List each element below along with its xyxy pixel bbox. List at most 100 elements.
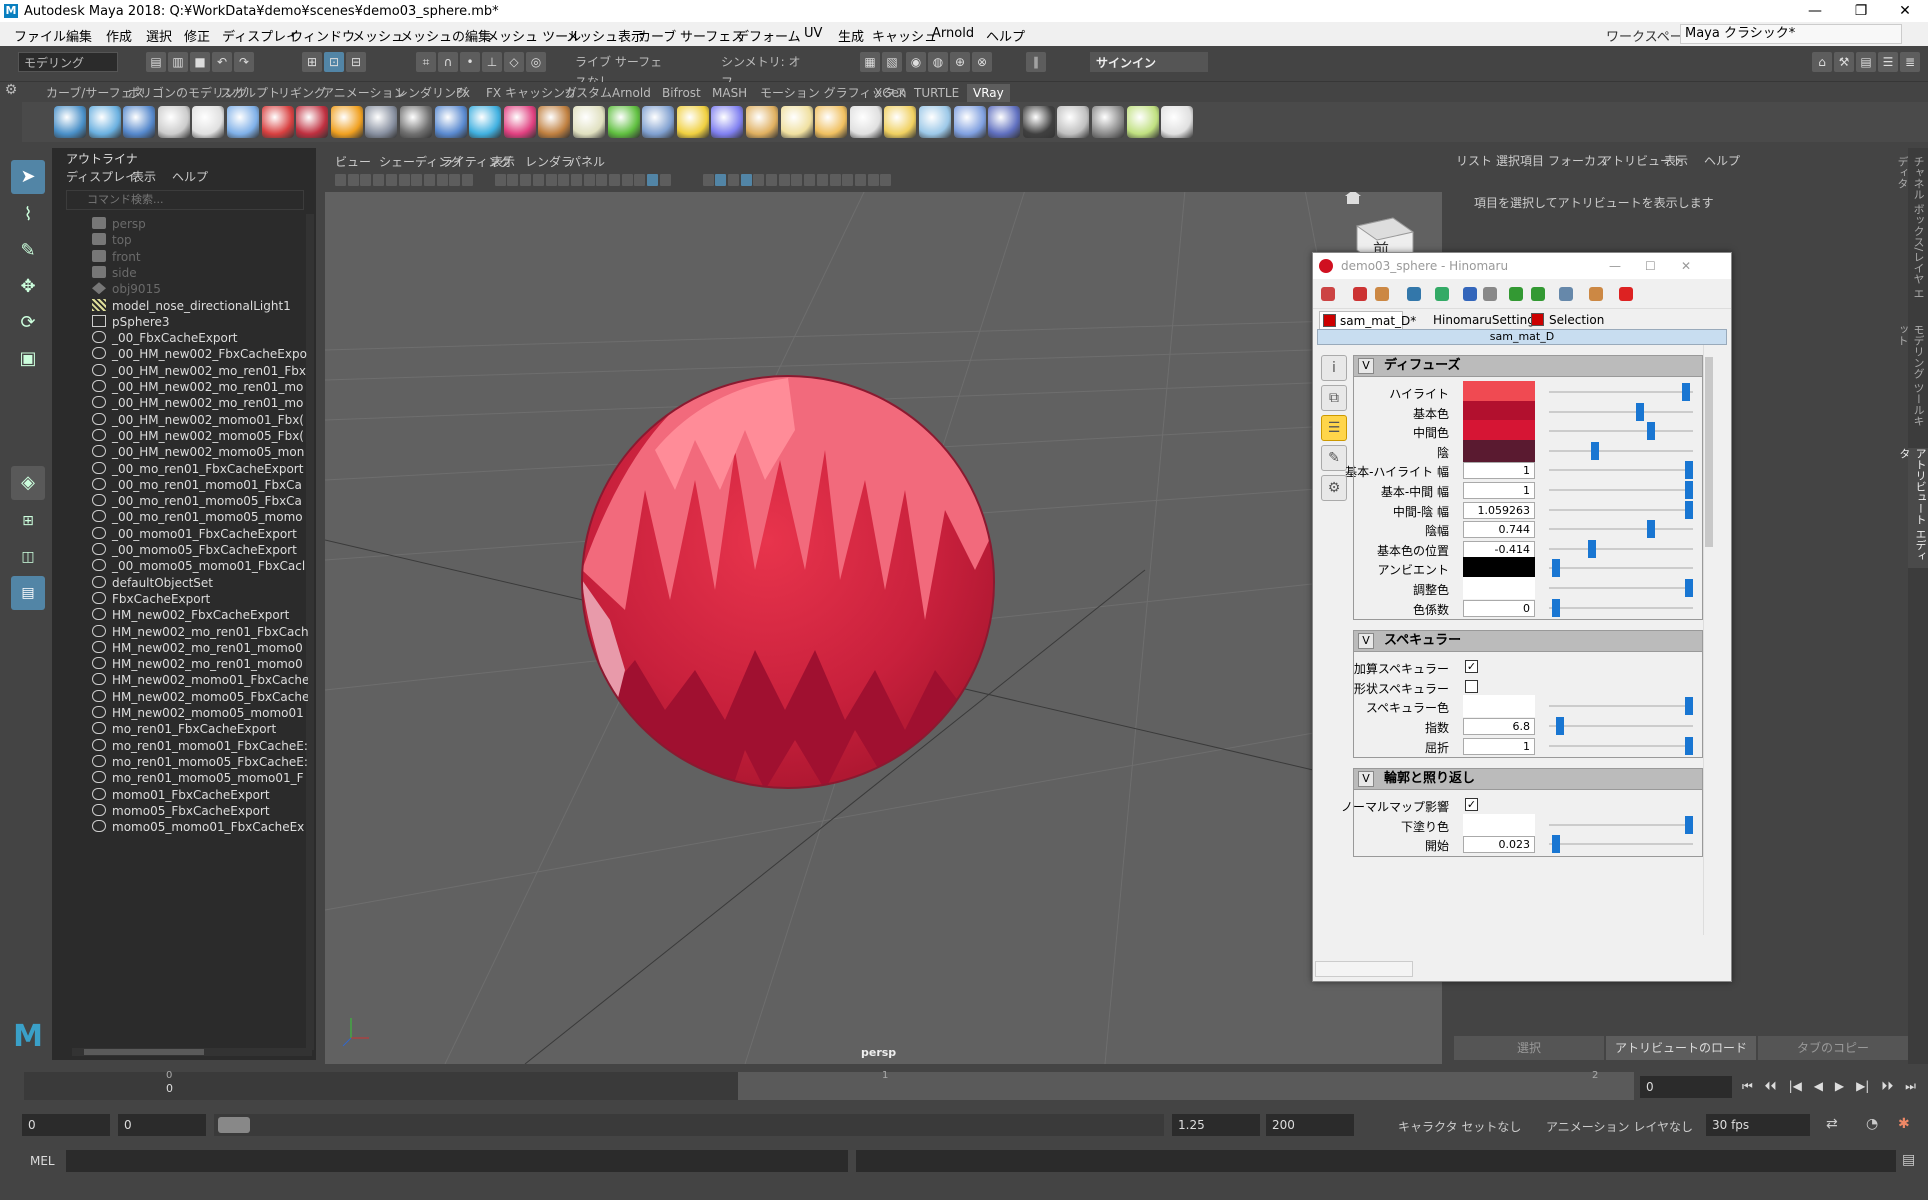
slider-handle[interactable] — [1551, 598, 1560, 617]
viewport-tool-icon[interactable] — [347, 174, 359, 186]
render-settings-icon[interactable]: ◉ — [906, 52, 926, 72]
hinomaru-minimize-button[interactable]: — — [1609, 253, 1621, 279]
vray-cone-icon[interactable] — [849, 106, 882, 138]
viewport-tool-icon[interactable] — [753, 174, 765, 186]
symmetry-select[interactable]: シンメトリ: オフ — [716, 52, 816, 89]
vray-help-icon[interactable] — [1161, 106, 1194, 138]
anim-layer-select[interactable]: アニメーション レイヤなし — [1546, 1118, 1693, 1135]
lasso-tool-icon[interactable]: ⌇ — [11, 198, 45, 232]
vray-sphere-light-icon[interactable] — [953, 106, 986, 138]
new-scene-icon[interactable]: ▤ — [146, 52, 166, 72]
vray-dome-icon[interactable] — [227, 106, 259, 138]
viewport-tool-icon[interactable] — [842, 174, 854, 186]
sphere-model[interactable] — [581, 375, 995, 822]
viewport-tool-icon[interactable] — [702, 174, 714, 186]
menu-item[interactable]: メッシュの編集 — [400, 26, 491, 45]
viewport-menu-item[interactable]: ビュー — [335, 153, 371, 170]
checkbox[interactable]: ✓ — [1465, 660, 1478, 674]
scale-tool-icon[interactable]: ▣ — [11, 342, 45, 376]
vray-bulb-icon[interactable] — [815, 106, 848, 138]
palette-icon[interactable] — [1589, 287, 1603, 301]
menu-item[interactable]: 作成 — [106, 26, 132, 45]
shelf-tab[interactable]: XGen — [874, 84, 907, 102]
attr-menu-item[interactable]: 表示 — [1664, 152, 1688, 169]
slider-handle[interactable] — [1647, 520, 1655, 539]
script-editor-icon[interactable]: ▤ — [1902, 1152, 1915, 1168]
viewport-tool-icon[interactable] — [436, 174, 448, 186]
menu-item[interactable]: 編集 — [66, 26, 92, 45]
pause-icon[interactable]: ∥ — [1026, 52, 1046, 72]
value-field[interactable]: -0.414 — [1463, 540, 1535, 558]
filter-icon[interactable] — [1531, 287, 1545, 301]
four-view-icon[interactable]: ⊞ — [11, 504, 45, 538]
menu-item[interactable]: メッシュ表示 — [566, 26, 644, 45]
viewport-tool-icon[interactable] — [570, 174, 582, 186]
viewport-tool-icon[interactable] — [766, 174, 777, 186]
shelf-tab[interactable]: リギング — [278, 84, 326, 102]
attr-menu-item[interactable]: リスト — [1456, 152, 1492, 169]
menu-item[interactable]: ファイル — [14, 26, 66, 45]
shelf-tab[interactable]: TURTLE — [914, 84, 959, 102]
select-by-hierarchy-icon[interactable]: ⊞ — [302, 52, 322, 72]
select-tool-icon[interactable]: ➤ — [11, 160, 45, 194]
value-field[interactable]: 1 — [1463, 737, 1535, 755]
viewport-tool-icon[interactable] — [791, 174, 803, 186]
playback-end-field[interactable]: 1.25 — [1172, 1114, 1260, 1136]
attribute-editor-toggle-icon[interactable]: ▤ — [1856, 52, 1876, 72]
viewport-tool-icon[interactable] — [373, 174, 385, 186]
shelf-tab[interactable]: MASH — [712, 84, 747, 102]
shelf-tab[interactable]: アニメーション — [322, 84, 406, 102]
character-set-select[interactable]: キャラクタ セットなし — [1398, 1118, 1521, 1135]
maximize-button[interactable]: ❐ — [1838, 0, 1884, 22]
vray-light-icon[interactable] — [469, 106, 502, 138]
vray-shape-icon[interactable] — [434, 106, 467, 138]
viewport-tool-icon[interactable] — [532, 174, 544, 186]
hinomaru-close-button[interactable]: ✕ — [1681, 253, 1691, 279]
channel-box-icon[interactable]: ≣ — [1900, 52, 1920, 72]
slider-handle[interactable] — [1647, 422, 1655, 441]
shelf-tab[interactable]: Arnold — [612, 84, 651, 102]
shelf-tab[interactable]: カスタム — [564, 84, 612, 102]
modeling-toolkit-side-tab[interactable]: モデリング ツールキット — [1896, 324, 1926, 434]
save-scene-icon[interactable]: ■ — [190, 52, 210, 72]
attr-menu-item[interactable]: フォーカス — [1548, 152, 1608, 169]
export-icon[interactable] — [1435, 287, 1449, 301]
vray-toon-icon[interactable] — [503, 106, 536, 138]
viewport-tool-icon[interactable] — [449, 174, 461, 186]
slider-handle[interactable] — [1551, 559, 1560, 578]
two-view-icon[interactable]: ◫ — [11, 540, 45, 574]
viewport-tool-icon[interactable] — [816, 174, 828, 186]
viewport-tool-icon[interactable] — [545, 174, 557, 186]
vray-wood-icon[interactable] — [538, 106, 571, 138]
down-green-icon[interactable] — [1509, 287, 1523, 301]
viewport-tool-icon[interactable] — [462, 174, 473, 186]
list-icon[interactable] — [1321, 287, 1335, 301]
value-field[interactable]: 1.059263 — [1463, 501, 1535, 519]
loop-icon[interactable]: ⇄ — [1826, 1116, 1838, 1132]
viewport-tool-icon[interactable] — [740, 174, 752, 186]
time-slider[interactable]: 0 0 1 2 0 ⏮ ⏴⏴ |◀ ◀ ▶ ▶| ⏵⏵ ⏭ — [0, 1068, 1928, 1104]
vray-render-icon[interactable]: ⊗ — [972, 52, 992, 72]
value-field[interactable]: 1 — [1463, 462, 1535, 480]
vray-material-icon[interactable] — [192, 106, 225, 138]
vray-settings-icon[interactable] — [642, 106, 675, 138]
viewport-tool-icon[interactable] — [621, 174, 633, 186]
checkbox[interactable]: ✓ — [1465, 798, 1478, 812]
tab-hinomaru-setting[interactable]: HinomaruSetting — [1433, 311, 1535, 329]
attribute-editor-side-tab[interactable]: アトリビュート エディタ — [1898, 448, 1928, 568]
close-button[interactable]: ✕ — [1882, 0, 1928, 22]
value-field[interactable]: 6.8 — [1463, 718, 1535, 735]
save-icon[interactable] — [1407, 287, 1421, 301]
render-frame-icon[interactable]: ▦ — [860, 52, 880, 72]
slider-handle[interactable] — [1551, 835, 1560, 854]
slider-handle[interactable] — [1684, 815, 1693, 834]
slider-track[interactable] — [1549, 587, 1693, 589]
menu-item[interactable]: カーブ — [638, 26, 676, 45]
slider-track[interactable] — [1549, 391, 1693, 393]
paint-select-icon[interactable]: ✎ — [11, 234, 45, 268]
range-start-field[interactable]: 0 — [22, 1114, 110, 1136]
viewport-tool-icon[interactable] — [335, 174, 346, 186]
menu-item[interactable]: キャッシュ — [872, 26, 937, 45]
specular-section-header[interactable]: V スペキュラー — [1353, 630, 1703, 653]
menu-item[interactable]: デフォーム — [736, 26, 801, 45]
